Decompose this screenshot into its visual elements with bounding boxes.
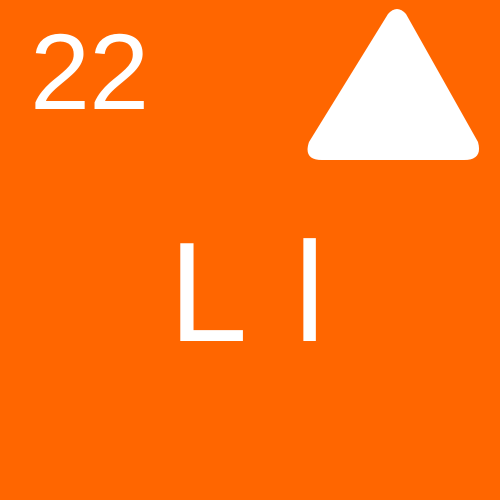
element-symbol: L l <box>168 213 332 372</box>
element-tile: 22 L l <box>0 0 500 500</box>
triangle-up-icon <box>307 9 480 160</box>
element-number: 22 <box>30 11 149 132</box>
